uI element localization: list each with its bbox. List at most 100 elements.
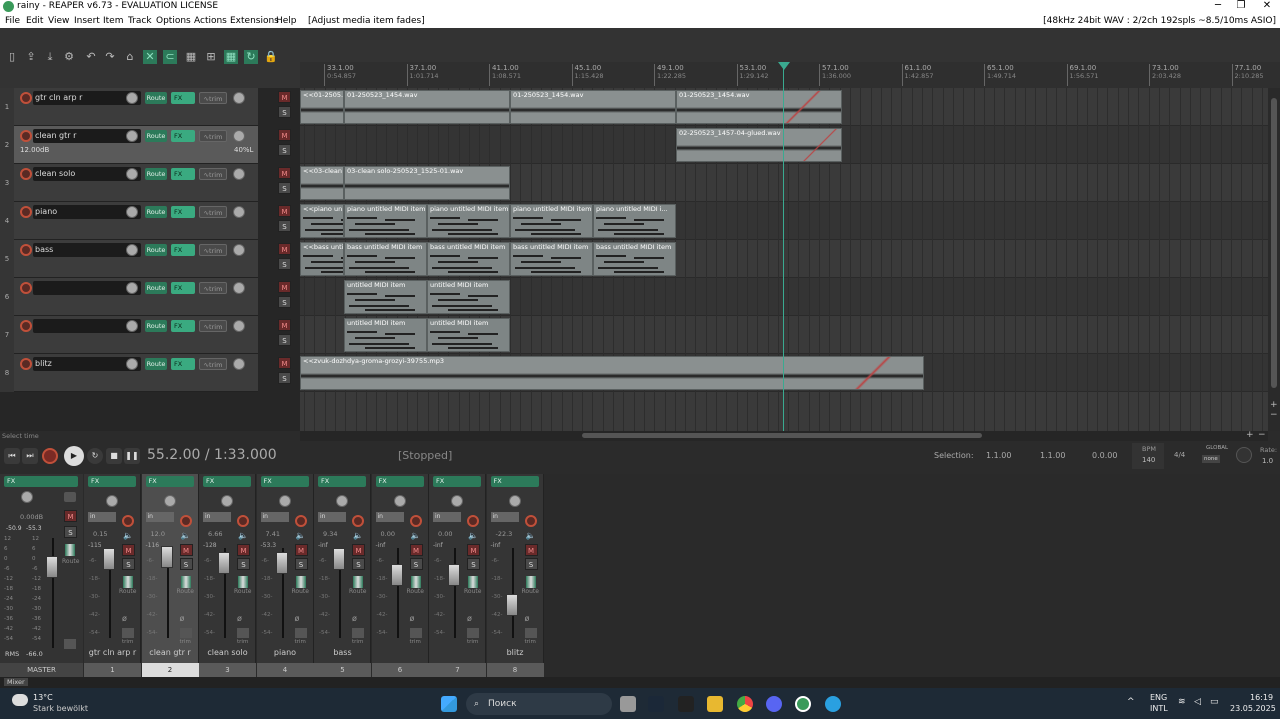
- selection-length[interactable]: 0.0.00: [1092, 451, 1117, 460]
- rate-value[interactable]: 1.0: [1262, 457, 1273, 465]
- volume-knob[interactable]: [126, 320, 138, 332]
- record-arm-icon[interactable]: [20, 282, 32, 294]
- trim-button[interactable]: ∿trim: [199, 130, 227, 142]
- redo-icon[interactable]: ↷: [103, 50, 117, 64]
- midi-item[interactable]: piano untitled MIDI item: [510, 204, 593, 238]
- volume-fader[interactable]: [390, 564, 403, 586]
- midi-item[interactable]: piano untitled MIDI item: [344, 204, 427, 238]
- phase-icon[interactable]: ø: [295, 614, 300, 623]
- record-arm-icon[interactable]: [20, 320, 32, 332]
- mixer-strip[interactable]: FX in 0.15 🔈 -115 M S Route ø trim -6- -18- -30- -42-…: [84, 474, 141, 677]
- fx-button[interactable]: FX: [171, 92, 195, 104]
- taskbar-search[interactable]: ⌕ Поиск: [466, 693, 612, 715]
- telegram-icon[interactable]: [825, 696, 841, 712]
- mute-button[interactable]: M: [278, 243, 291, 255]
- midi-item[interactable]: <<bass unti...: [300, 242, 344, 276]
- master-volume[interactable]: 0.00dB: [20, 513, 43, 521]
- route-button[interactable]: Route: [145, 168, 167, 180]
- strip-pan-knob[interactable]: [508, 495, 521, 507]
- track-header[interactable]: 3 clean solo Route FX ∿trim: [0, 164, 258, 202]
- strip-record-arm-icon[interactable]: [294, 515, 307, 527]
- zoom-out-horizontal-icon[interactable]: −: [1258, 430, 1266, 440]
- strip-fx-button[interactable]: FX: [88, 476, 136, 487]
- audio-item[interactable]: <<03-clean ...: [300, 166, 344, 200]
- file-explorer-icon[interactable]: [707, 696, 723, 712]
- volume-fader[interactable]: [103, 548, 115, 570]
- trim-button[interactable]: ∿trim: [199, 282, 227, 294]
- strip-solo-button[interactable]: S: [409, 558, 423, 570]
- strip-pan-knob[interactable]: [278, 495, 291, 507]
- minimize-icon[interactable]: ─: [1208, 0, 1228, 11]
- strip-volume[interactable]: 0.00: [438, 530, 452, 538]
- close-icon[interactable]: ✕: [1257, 0, 1277, 11]
- bpm-value[interactable]: 140: [1142, 456, 1155, 464]
- fx-button[interactable]: FX: [171, 244, 195, 256]
- pan-knob[interactable]: [233, 168, 245, 180]
- strip-fx-button[interactable]: FX: [375, 476, 424, 487]
- undo-icon[interactable]: ↶: [84, 50, 98, 64]
- mute-button[interactable]: M: [278, 91, 291, 103]
- volume-fader[interactable]: [275, 552, 288, 574]
- strip-trim-icon[interactable]: [122, 628, 134, 638]
- menu-options[interactable]: Options: [156, 16, 191, 26]
- strip-route-icon[interactable]: [238, 576, 248, 588]
- track-name[interactable]: piano: [33, 205, 141, 219]
- envelope-icon[interactable]: ⊞: [204, 50, 218, 64]
- task-view-icon[interactable]: [620, 696, 636, 712]
- discord-icon[interactable]: [766, 696, 782, 712]
- midi-item[interactable]: bass untitled MIDI item: [593, 242, 676, 276]
- strip-mute-button[interactable]: M: [352, 544, 365, 556]
- menu-file[interactable]: File: [5, 16, 20, 26]
- audio-item[interactable]: 01-250523_1454.wav: [676, 90, 842, 124]
- midi-item[interactable]: bass untitled MIDI item: [427, 242, 510, 276]
- trim-button[interactable]: ∿trim: [199, 358, 227, 370]
- strip-route-icon[interactable]: [353, 576, 363, 588]
- strip-solo-button[interactable]: S: [524, 558, 538, 570]
- strip-fx-button[interactable]: FX: [145, 476, 194, 487]
- rate-knob[interactable]: [1236, 447, 1252, 463]
- input-button[interactable]: in: [260, 512, 289, 522]
- strip-mute-button[interactable]: M: [179, 544, 193, 556]
- solo-button[interactable]: S: [278, 220, 291, 232]
- menu-view[interactable]: View: [48, 16, 69, 26]
- monitor-icon[interactable]: 🔈: [296, 531, 306, 540]
- monitor-icon[interactable]: 🔈: [123, 531, 133, 540]
- master-fx-button[interactable]: FX: [4, 476, 78, 487]
- solo-button[interactable]: S: [278, 372, 291, 384]
- wifi-icon[interactable]: ≋: [1178, 697, 1186, 707]
- mute-button[interactable]: M: [278, 129, 291, 141]
- fade-out-curve[interactable]: [763, 91, 841, 123]
- record-arm-icon[interactable]: [20, 130, 32, 142]
- weather-temp[interactable]: 13°C: [33, 693, 53, 702]
- route-button[interactable]: Route: [145, 206, 167, 218]
- loop-playback-icon[interactable]: ↻: [87, 448, 103, 464]
- audio-item[interactable]: 03-clean solo-250523_1525-01.wav: [344, 166, 510, 200]
- solo-button[interactable]: S: [278, 106, 291, 118]
- master-fader[interactable]: [46, 556, 58, 578]
- pan-knob[interactable]: [233, 92, 245, 104]
- strip-record-arm-icon[interactable]: [122, 515, 134, 527]
- phase-icon[interactable]: ø: [122, 614, 127, 623]
- track-header[interactable]: 7 Route FX ∿trim: [0, 316, 258, 354]
- record-arm-icon[interactable]: [20, 206, 32, 218]
- track-name[interactable]: clean solo: [33, 167, 141, 181]
- midi-item[interactable]: untitled MIDI item: [427, 318, 510, 352]
- input-button[interactable]: in: [88, 512, 116, 522]
- pan-knob[interactable]: [233, 244, 245, 256]
- strip-fx-button[interactable]: FX: [433, 476, 481, 487]
- midi-item[interactable]: untitled MIDI item: [427, 280, 510, 314]
- midi-item[interactable]: untitled MIDI item: [344, 318, 427, 352]
- audio-item[interactable]: 01-250523_1454.wav: [510, 90, 676, 124]
- fx-button[interactable]: FX: [171, 130, 195, 142]
- solo-button[interactable]: S: [278, 182, 291, 194]
- pause-icon[interactable]: ❚❚: [124, 448, 140, 464]
- strip-trim-icon[interactable]: [524, 628, 537, 638]
- language-primary[interactable]: ENG: [1150, 693, 1167, 702]
- strip-trim-icon[interactable]: [467, 628, 479, 638]
- audio-item[interactable]: 02-250523_1457-04-glued.wav: [676, 128, 842, 162]
- mixer-strip[interactable]: FX in 9.34 🔈 -inf M S Route ø trim -6- -18- -30- -42-…: [314, 474, 371, 677]
- strip-solo-button[interactable]: S: [352, 558, 365, 570]
- strip-route-icon[interactable]: [295, 576, 306, 588]
- strip-pan-knob[interactable]: [106, 495, 118, 507]
- strip-pan-knob[interactable]: [221, 495, 233, 507]
